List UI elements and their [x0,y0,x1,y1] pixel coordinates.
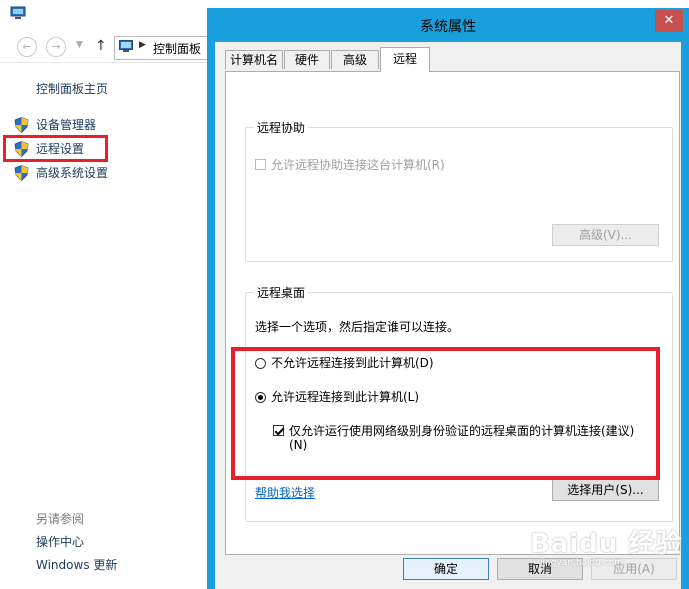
system-monitor-icon [10,6,26,19]
remote-assistance-legend: 远程协助 [254,119,309,136]
address-bar[interactable]: ▶ 控制面板 [114,36,211,60]
tab-hardware[interactable]: 硬件 [284,50,330,69]
baidu-watermark: Baidu 经验 [530,529,683,559]
back-arrow-icon[interactable]: ← [17,37,37,57]
control-panel-titlebar [0,0,210,28]
control-panel-window: ← → ▼ ↑ ▶ 控制面板 控制面板主页 设备管理器 远程设置 高级系统设置 … [0,0,211,589]
navigation-bar: ← → ▼ ↑ ▶ 控制面板 [0,32,211,63]
task-label[interactable]: 设备管理器 [36,116,96,133]
dialog-title: 系统属性 [420,19,476,35]
uac-shield-icon [14,165,29,181]
help-me-choose-link[interactable]: 帮助我选择 [255,484,315,501]
breadcrumb-chevron-icon[interactable]: ▶ [139,40,146,50]
breadcrumb-control-panel[interactable]: 控制面板 [153,40,201,57]
dialog-titlebar[interactable]: 系统属性 ✕ [207,8,689,42]
baidu-watermark-url: jingyan.baidu.com [540,558,624,568]
tab-computer-name[interactable]: 计算机名 [225,50,283,69]
action-center-link[interactable]: 操作中心 [36,533,84,550]
select-users-button[interactable]: 选择用户(S)... [552,479,659,501]
control-panel-home-link[interactable]: 控制面板主页 [36,80,108,97]
system-properties-dialog: 系统属性 ✕ 计算机名 硬件 高级 远程 远程协助 允许远程协助连接这台计算机(… [207,8,689,589]
task-device-manager[interactable]: 设备管理器 [12,115,202,135]
see-also-heading: 另请参阅 [36,512,85,526]
remote-desktop-legend: 远程桌面 [254,284,309,301]
remote-assistance-group: 远程协助 允许远程协助连接这台计算机(R) 高级(V)... [245,119,673,262]
ok-button[interactable]: 确定 [403,558,489,580]
tab-remote[interactable]: 远程 [380,47,430,72]
allow-remote-assistance-checkbox[interactable] [255,159,266,170]
forward-arrow-icon[interactable]: → [46,37,66,57]
tab-advanced[interactable]: 高级 [331,50,379,69]
control-panel-icon [119,40,133,52]
highlight-box-remote-settings [3,135,108,162]
up-arrow-icon[interactable]: ↑ [95,38,107,54]
recent-pages-chevron-icon[interactable]: ▼ [76,40,83,50]
advanced-button[interactable]: 高级(V)... [552,224,659,246]
task-advanced-system-settings[interactable]: 高级系统设置 [12,163,202,183]
remote-tab-panel: 远程协助 允许远程协助连接这台计算机(R) 高级(V)... 远程桌面 选择一个… [225,71,680,555]
close-icon[interactable]: ✕ [655,10,683,32]
remote-desktop-instruction: 选择一个选项，然后指定谁可以连接。 [255,320,460,334]
uac-shield-icon [14,117,29,133]
windows-update-link[interactable]: Windows 更新 [36,556,117,573]
highlight-box-allow-remote [231,347,660,480]
allow-remote-assistance-label: 允许远程协助连接这台计算机(R) [271,158,445,172]
task-label[interactable]: 高级系统设置 [36,164,108,181]
dialog-client-area: 计算机名 硬件 高级 远程 远程协助 允许远程协助连接这台计算机(R) 高级(V… [215,42,681,589]
